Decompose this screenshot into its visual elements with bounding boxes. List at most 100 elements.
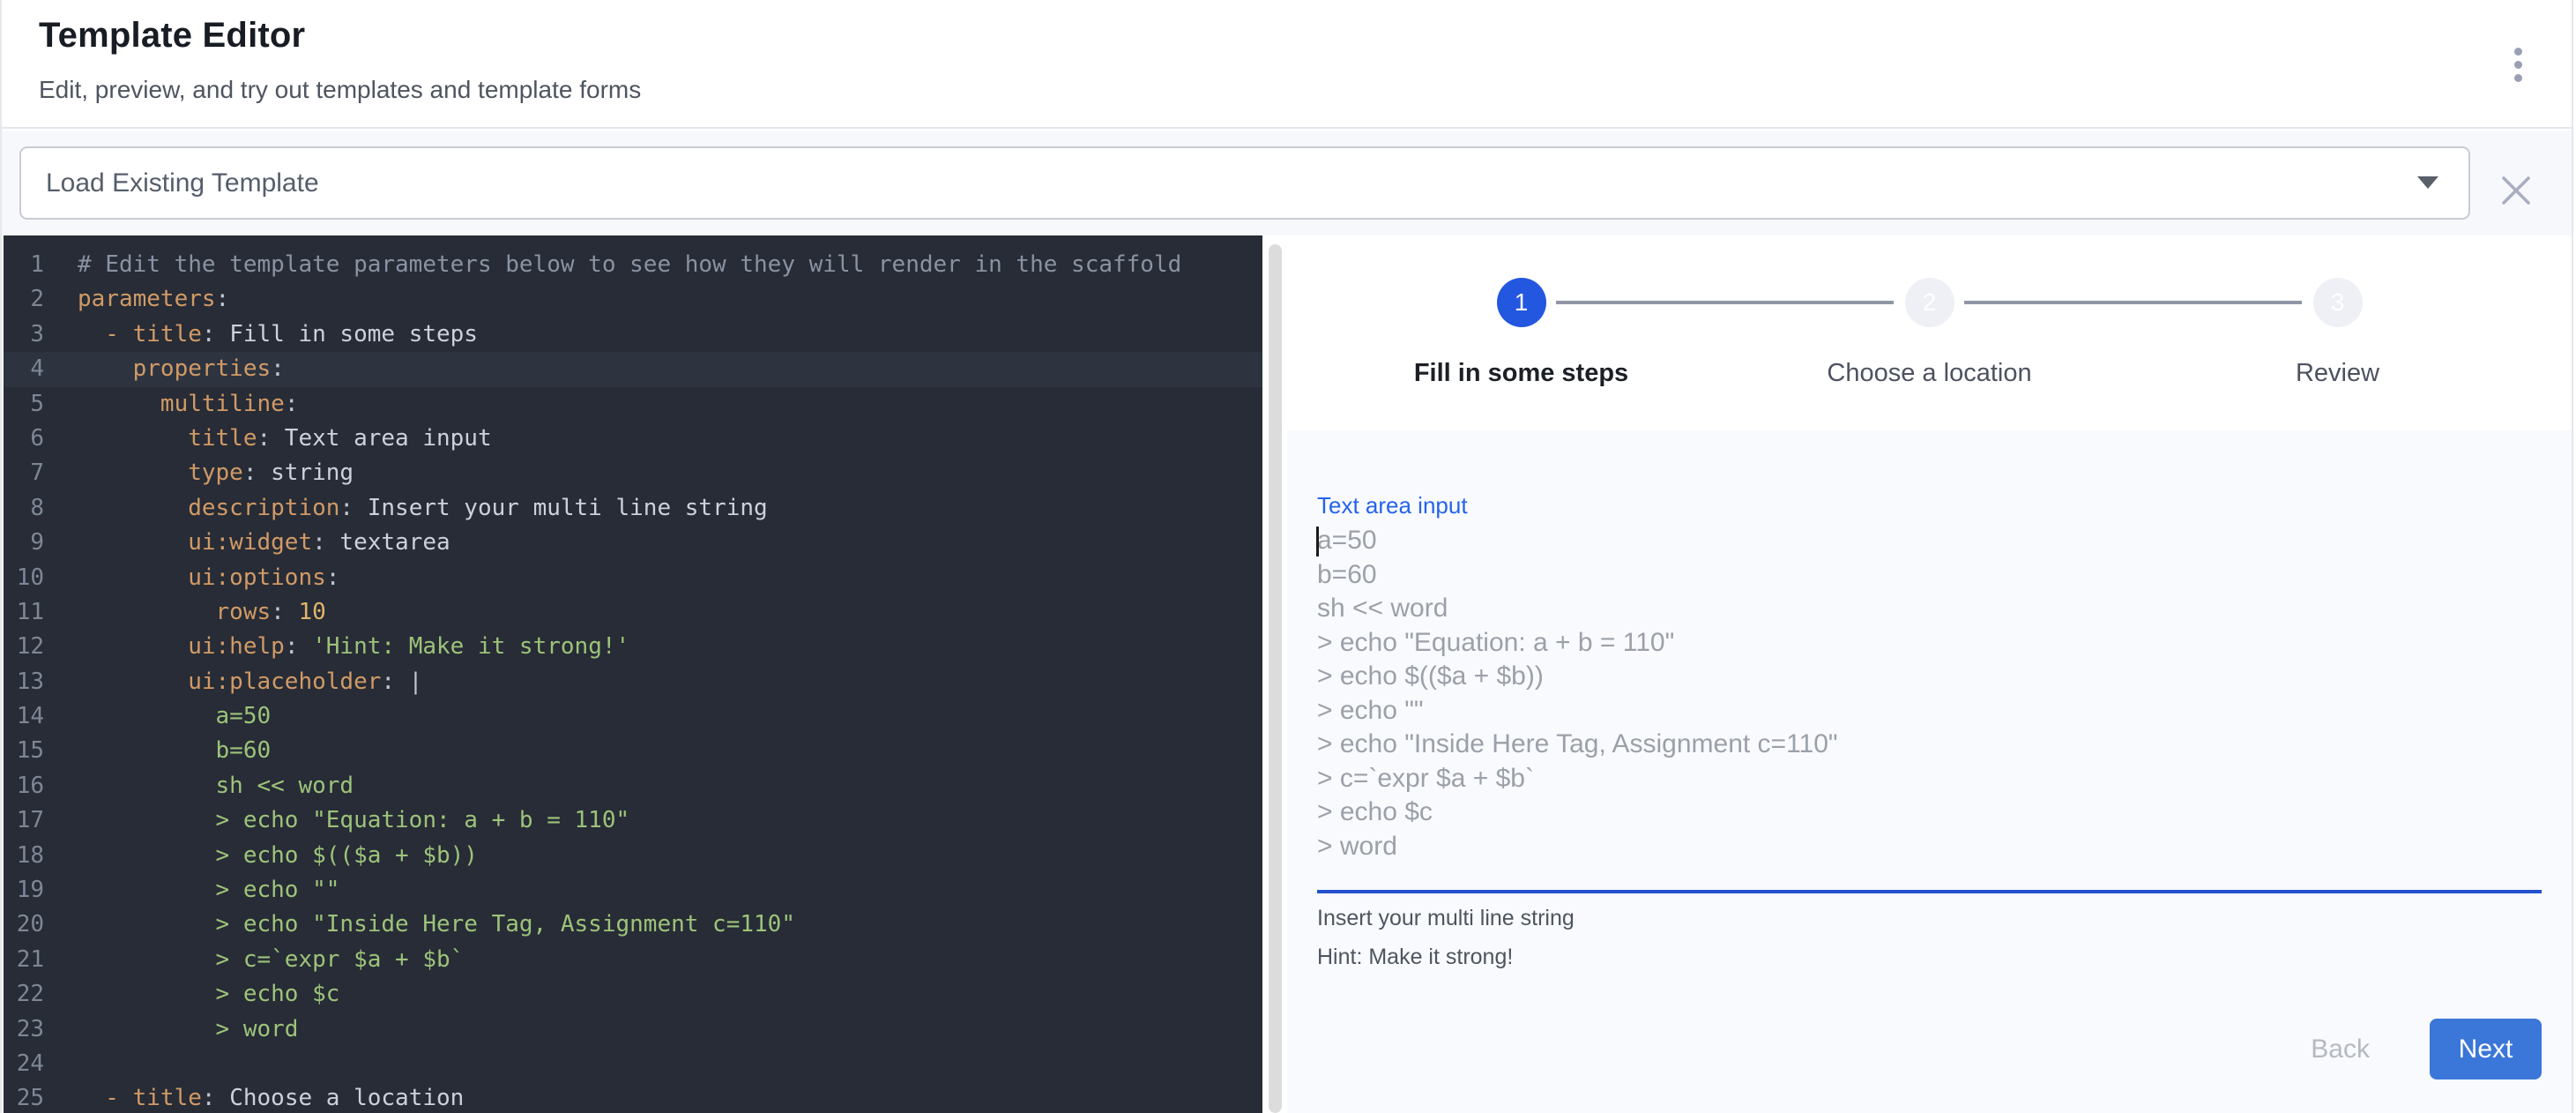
code-text: ui:help: 'Hint: Make it strong!': [78, 630, 629, 664]
load-template-select[interactable]: Load Existing Template: [19, 146, 2470, 220]
editor-line[interactable]: 20 > echo "Inside Here Tag, Assignment c…: [4, 908, 1262, 942]
code-text: ui:options:: [78, 561, 339, 595]
code-text: rows: 10: [78, 595, 326, 630]
code-text: > echo $(($a + $b)): [78, 839, 478, 873]
line-number: 6: [4, 422, 44, 456]
page-subtitle: Edit, preview, and try out templates and…: [39, 76, 641, 104]
editor-line[interactable]: 19 > echo "": [4, 873, 1262, 908]
multiline-textarea[interactable]: a=50b=60sh << word> echo "Equation: a + …: [1317, 524, 2542, 863]
editor-scrollbar[interactable]: [1269, 244, 1282, 1113]
placeholder-line: > c=`expr $a + $b`: [1317, 762, 2542, 796]
line-number: 15: [4, 734, 44, 768]
placeholder-line: b=60: [1317, 558, 2542, 593]
editor-line[interactable]: 6 title: Text area input: [4, 422, 1262, 456]
code-text: > echo "": [78, 873, 339, 908]
line-number: 11: [4, 595, 44, 630]
field-hint: Hint: Make it strong!: [1317, 944, 2542, 970]
text-cursor: [1316, 527, 1319, 556]
line-number: 5: [4, 387, 44, 422]
step-circle: 3: [2313, 278, 2363, 327]
line-number: 12: [4, 630, 44, 664]
editor-line[interactable]: 23 > word: [4, 1012, 1262, 1047]
placeholder-line: > echo "Inside Here Tag, Assignment c=11…: [1317, 728, 2542, 762]
next-button[interactable]: Next: [2430, 1019, 2542, 1079]
editor-line[interactable]: 8 description: Insert your multi line st…: [4, 491, 1262, 526]
textarea-placeholder: a=50b=60sh << word> echo "Equation: a + …: [1317, 524, 2542, 863]
placeholder-line: > echo "": [1317, 694, 2542, 728]
editor-line[interactable]: 21 > c=`expr $a + $b`: [4, 943, 1262, 977]
template-preview-panel: 1 Fill in some steps 2 Choose a location…: [1287, 235, 2572, 1113]
line-number: 22: [4, 977, 44, 1012]
stepper-connector: [1556, 301, 1894, 304]
code-text: > word: [78, 1012, 298, 1047]
code-text: > echo "Equation: a + b = 110": [78, 803, 629, 838]
code-text: multiline:: [78, 387, 298, 422]
field-description: Insert your multi line string: [1317, 905, 2542, 931]
code-text: > echo $c: [78, 977, 339, 1012]
textarea-focus-underline: [1317, 890, 2542, 893]
kebab-menu-icon: [2514, 48, 2522, 82]
line-number: 2: [4, 282, 44, 317]
textarea-field-label: Text area input: [1317, 490, 2542, 520]
line-number: 8: [4, 491, 44, 526]
code-text: b=60: [78, 734, 271, 768]
step-label: Review: [2296, 359, 2379, 388]
code-text: title: Text area input: [78, 422, 492, 456]
step-label: Fill in some steps: [1414, 359, 1628, 388]
editor-line[interactable]: 3 - title: Fill in some steps: [4, 317, 1262, 352]
select-placeholder: Load Existing Template: [46, 168, 319, 198]
editor-line[interactable]: 24: [4, 1047, 1262, 1081]
editor-line[interactable]: 4 properties:: [4, 352, 1262, 386]
editor-line[interactable]: 9 ui:widget: textarea: [4, 526, 1262, 560]
line-number: 9: [4, 526, 44, 560]
line-number: 23: [4, 1012, 44, 1047]
code-text: sh << word: [78, 769, 354, 803]
stepper-step-3: 3 Review: [2133, 278, 2542, 388]
code-text: ui:widget: textarea: [78, 526, 450, 560]
page-header: Template Editor Edit, preview, and try o…: [2, 0, 2572, 129]
code-text: - title: Choose a location: [78, 1081, 464, 1113]
editor-line[interactable]: 15 b=60: [4, 734, 1262, 768]
editor-line[interactable]: 14 a=50: [4, 699, 1262, 734]
close-editor-button[interactable]: [2497, 171, 2535, 210]
code-text: # Edit the template parameters below to …: [78, 248, 1181, 282]
editor-line[interactable]: 17 > echo "Equation: a + b = 110": [4, 803, 1262, 838]
more-options-button[interactable]: [2493, 35, 2542, 93]
step-circle: 2: [1905, 278, 1954, 327]
wizard-stepper: 1 Fill in some steps 2 Choose a location…: [1317, 278, 2542, 392]
editor-line[interactable]: 22 > echo $c: [4, 977, 1262, 1012]
editor-line[interactable]: 7 type: string: [4, 456, 1262, 490]
placeholder-line: > echo "Equation: a + b = 110": [1317, 626, 2542, 661]
code-editor[interactable]: 1# Edit the template parameters below to…: [4, 235, 1262, 1113]
stepper-step-2: 2 Choose a location: [1725, 278, 2133, 388]
code-text: parameters:: [78, 282, 229, 317]
editor-line[interactable]: 2 parameters:: [4, 282, 1262, 317]
editor-line[interactable]: 11 rows: 10: [4, 595, 1262, 630]
line-number: 16: [4, 769, 44, 803]
editor-line[interactable]: 12 ui:help: 'Hint: Make it strong!': [4, 630, 1262, 664]
line-number: 18: [4, 839, 44, 873]
editor-line[interactable]: 16 sh << word: [4, 769, 1262, 803]
editor-line[interactable]: 18 > echo $(($a + $b)): [4, 839, 1262, 873]
code-text: a=50: [78, 699, 271, 734]
editor-lines: 1# Edit the template parameters below to…: [4, 248, 1262, 1113]
stepper-connector: [1964, 301, 2302, 304]
placeholder-line: > echo $c: [1317, 796, 2542, 830]
editor-line[interactable]: 13 ui:placeholder: |: [4, 665, 1262, 699]
placeholder-line: > word: [1317, 830, 2542, 864]
step-circle: 1: [1497, 278, 1546, 327]
wizard-actions: Back Next: [1317, 1019, 2542, 1079]
line-number: 13: [4, 665, 44, 699]
editor-line[interactable]: 1# Edit the template parameters below to…: [4, 248, 1262, 282]
page-title: Template Editor: [39, 16, 305, 56]
editor-line[interactable]: 10 ui:options:: [4, 561, 1262, 595]
back-button[interactable]: Back: [2293, 1022, 2387, 1077]
editor-line[interactable]: 25 - title: Choose a location: [4, 1081, 1262, 1113]
line-number: 3: [4, 317, 44, 352]
line-number: 14: [4, 699, 44, 734]
line-number: 20: [4, 908, 44, 942]
stepper-step-1: 1 Fill in some steps: [1317, 278, 1725, 388]
editor-line[interactable]: 5 multiline:: [4, 387, 1262, 422]
placeholder-line: > echo $(($a + $b)): [1317, 660, 2542, 694]
line-number: 25: [4, 1081, 44, 1113]
